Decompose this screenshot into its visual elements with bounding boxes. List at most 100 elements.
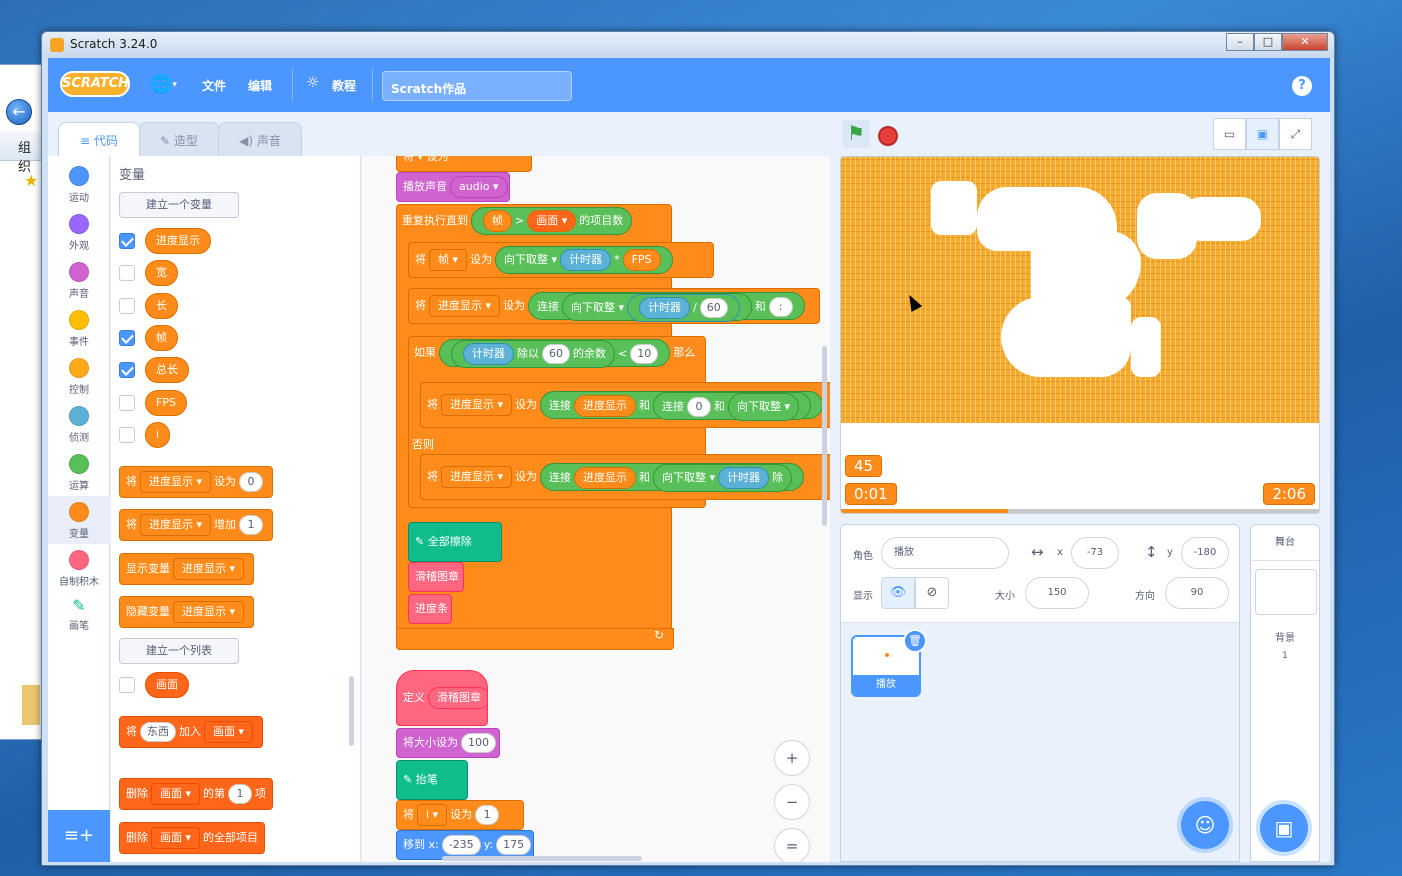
custom-stamp-call[interactable]: 滑稽图章	[408, 562, 464, 592]
show-eye-icon[interactable]: 👁	[881, 577, 915, 609]
else-set-progress-block[interactable]: 将进度显示 ▾ 设为 连接 进度显示和向下取整 ▾ 计时器除	[420, 454, 830, 500]
language-menu[interactable]: 🌐▾	[150, 74, 177, 95]
palette-scrollbar[interactable]	[349, 676, 354, 746]
if-set-progress-block[interactable]: 将进度显示 ▾ 设为 连接 进度显示和连接 0 和向下取整 ▾	[420, 382, 830, 428]
tab-costumes[interactable]: ✎ 造型	[138, 122, 220, 156]
small-stage-button[interactable]: ▭	[1213, 118, 1246, 150]
choose-sprite-button[interactable]: ☺	[1181, 801, 1229, 849]
scratch-logo[interactable]: SCRATCH	[60, 71, 130, 97]
back-arrow-icon[interactable]: ←	[6, 99, 32, 125]
variable-dropdown[interactable]: 帧 ▾	[429, 249, 468, 271]
delete-item-block[interactable]: 删除 画面 ▾ 的第 1 项	[119, 778, 274, 810]
list-dropdown[interactable]: 画面 ▾	[151, 827, 201, 849]
list-dropdown[interactable]: 画面 ▾	[204, 721, 254, 743]
value-input[interactable]: 0	[239, 472, 264, 492]
category-motion[interactable]: 运动	[48, 160, 110, 208]
stage-thumbnail[interactable]	[1255, 569, 1317, 615]
add-to-list-block[interactable]: 将东西 加入 画面 ▾	[119, 716, 264, 748]
sound-dropdown[interactable]: audio ▾	[450, 176, 508, 198]
variable-checkbox[interactable]	[119, 395, 135, 411]
variable-dropdown[interactable]: 进度显示 ▾	[140, 514, 212, 536]
define-block[interactable]: 定义 滑稽图章	[396, 670, 488, 726]
variable-reporter[interactable]: 总长	[145, 357, 189, 383]
gt-operator[interactable]: 帧 > 画面 ▾ 的项目数	[471, 207, 633, 235]
script-vertical-scrollbar[interactable]	[822, 346, 827, 526]
repeat-until-header[interactable]: 重复执行直到帧 > 画面 ▾ 的项目数	[396, 204, 672, 240]
frame-monitor[interactable]: 45	[845, 455, 883, 477]
variable-dropdown[interactable]: 进度显示 ▾	[173, 601, 245, 623]
script-horizontal-scrollbar[interactable]	[442, 856, 642, 861]
make-list-button[interactable]: 建立一个列表	[119, 638, 239, 664]
hide-variable-block[interactable]: 隐藏变量 进度显示 ▾	[119, 596, 255, 628]
category-control[interactable]: 控制	[48, 352, 110, 400]
x-input[interactable]: -73	[1071, 537, 1119, 569]
variable-reporter[interactable]: 帧	[145, 325, 178, 351]
list-reporter[interactable]: 画面	[145, 672, 189, 698]
make-variable-button[interactable]: 建立一个变量	[119, 192, 239, 218]
zoom-out-button[interactable]: −	[774, 784, 810, 820]
tutorials-menu[interactable]: 教程	[332, 77, 356, 94]
category-variables[interactable]: 变量	[48, 496, 110, 544]
variable-checkbox[interactable]	[119, 233, 135, 249]
edit-menu[interactable]: 编辑	[248, 77, 272, 94]
variable-checkbox[interactable]	[119, 330, 135, 346]
category-sound[interactable]: 声音	[48, 256, 110, 304]
variable-dropdown[interactable]: i ▾	[417, 804, 448, 826]
minimize-button[interactable]: –	[1226, 33, 1254, 51]
file-menu[interactable]: 文件	[202, 77, 226, 94]
hide-eye-icon[interactable]: ⊘	[915, 577, 949, 609]
stage-canvas[interactable]: 45 0:01 2:06	[840, 156, 1320, 514]
choose-backdrop-button[interactable]: ▣	[1260, 804, 1308, 852]
add-extension-button[interactable]: ≡+	[48, 810, 110, 862]
set-progress-block[interactable]: 将进度显示 ▾ 设为 连接 向下取整 ▾ 计时器/60 和:	[408, 288, 820, 324]
pen-up-block[interactable]: ✎ 抬笔	[396, 760, 468, 800]
variable-dropdown[interactable]: 进度显示 ▾	[173, 558, 245, 580]
list-dropdown[interactable]: 画面 ▾	[151, 783, 201, 805]
value-input[interactable]: 1	[239, 515, 264, 535]
set-variable-block[interactable]: 将进度显示 ▾ 设为 0	[119, 466, 274, 498]
total-length-monitor[interactable]: 2:06	[1263, 483, 1315, 505]
direction-input[interactable]: 90	[1165, 577, 1229, 609]
show-variable-block[interactable]: 显示变量 进度显示 ▾	[119, 553, 255, 585]
variable-dropdown[interactable]: 进度显示 ▾	[140, 471, 212, 493]
normal-stage-button[interactable]: ▣	[1246, 118, 1279, 150]
green-flag-button[interactable]: ⚑	[842, 120, 870, 148]
variable-checkbox[interactable]	[119, 298, 135, 314]
category-looks[interactable]: 外观	[48, 208, 110, 256]
maximize-button[interactable]: □	[1254, 33, 1282, 51]
variable-dropdown[interactable]: 进度显示 ▾	[441, 394, 513, 416]
delete-all-block[interactable]: 删除 画面 ▾ 的全部项目	[119, 822, 266, 854]
variable-checkbox[interactable]	[119, 265, 135, 281]
variable-reporter[interactable]: 长	[145, 293, 178, 319]
set-size-block[interactable]: 将大小设为 100	[396, 728, 500, 758]
category-my-blocks[interactable]: 自制积木	[48, 544, 110, 592]
zoom-reset-button[interactable]: =	[774, 828, 810, 862]
variable-dropdown[interactable]: 进度显示 ▾	[429, 295, 501, 317]
size-input[interactable]: 150	[1025, 577, 1089, 609]
y-input[interactable]: -180	[1181, 537, 1229, 569]
sprite-name-input[interactable]: 播放	[881, 537, 1009, 569]
pen-clear-block[interactable]: ✎ 全部擦除	[408, 522, 502, 562]
tab-code[interactable]: ≡ 代码	[58, 122, 140, 156]
variable-reporter[interactable]: i	[145, 422, 171, 448]
set-frame-block[interactable]: 将帧 ▾ 设为 向下取整 ▾ 计时器 * FPS	[408, 242, 714, 278]
set-block-partial[interactable]: 将 ▾ 设为	[396, 156, 532, 172]
close-button[interactable]: ✕	[1282, 33, 1328, 51]
category-operators[interactable]: 运算	[48, 448, 110, 496]
custom-progress-call[interactable]: 进度条	[408, 594, 452, 624]
zoom-in-button[interactable]: +	[774, 740, 810, 776]
progress-monitor[interactable]: 0:01	[845, 483, 897, 505]
tab-sounds[interactable]: ◀) 声音	[218, 122, 302, 156]
variable-checkbox[interactable]	[119, 362, 135, 378]
if-header[interactable]: 如果 计时器 除以 60 的余数 <10 那么	[408, 336, 706, 372]
variable-reporter[interactable]: 进度显示	[145, 228, 211, 254]
organize-menu[interactable]: 组织	[18, 137, 43, 175]
set-i-block[interactable]: 将i ▾ 设为 1	[396, 800, 524, 830]
index-input[interactable]: 1	[228, 784, 253, 804]
variable-reporter[interactable]: FPS	[145, 390, 187, 416]
help-icon[interactable]: ?	[1292, 76, 1312, 96]
delete-sprite-icon[interactable]: 🗑	[903, 629, 927, 653]
item-input[interactable]: 东西	[140, 722, 176, 742]
play-sound-block[interactable]: 播放声音 audio ▾	[396, 172, 510, 202]
variable-reporter[interactable]: 宽	[145, 260, 178, 286]
